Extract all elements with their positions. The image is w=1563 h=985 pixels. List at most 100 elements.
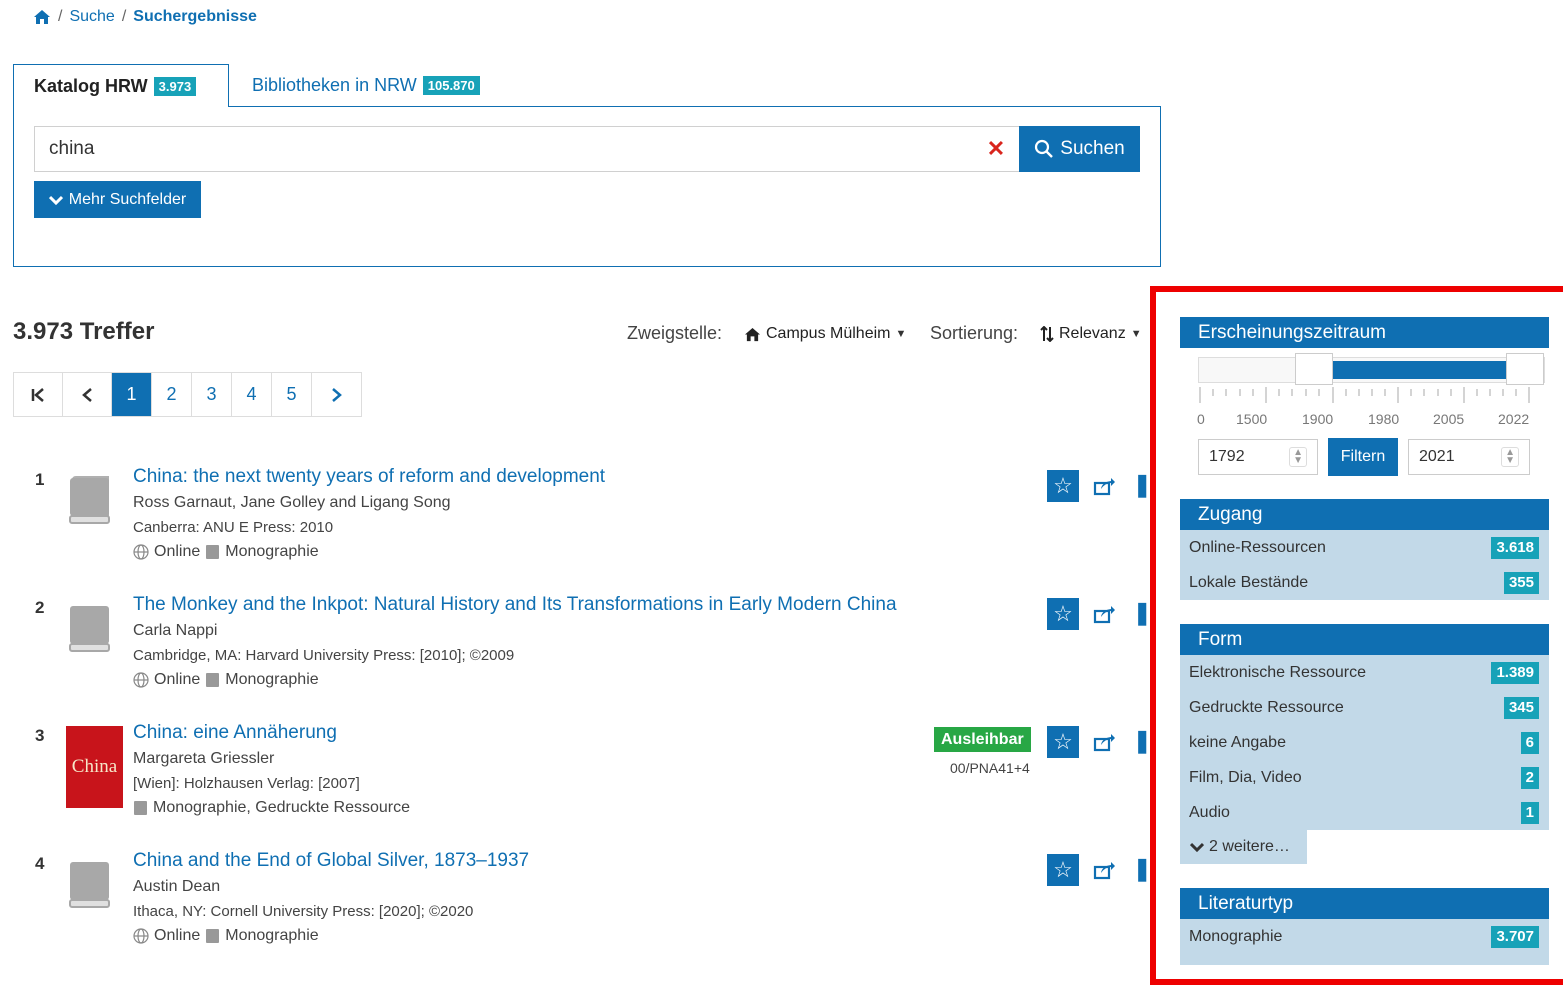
period-from-input[interactable]: 1792 ▲ ▼ bbox=[1198, 439, 1318, 475]
result-number: 2 bbox=[35, 598, 45, 617]
facet-heading-form[interactable]: Form bbox=[1180, 624, 1549, 655]
result-online: Online bbox=[154, 927, 201, 944]
facet-item-label: Elektronische Ressource bbox=[1189, 663, 1366, 681]
spinner-icon[interactable]: ▲ ▼ bbox=[1289, 447, 1307, 467]
tab-katalog-hrw[interactable]: Katalog HRW 3.973 bbox=[13, 64, 229, 107]
facet-item-printed[interactable]: Gedruckte Ressource 345 bbox=[1180, 690, 1549, 725]
facet-count-badge: 3.618 bbox=[1491, 536, 1539, 559]
result-item: 3 China China: eine Annäherung Margareta… bbox=[0, 722, 1150, 846]
result-title-link[interactable]: The Monkey and the Inkpot: Natural Histo… bbox=[133, 594, 897, 616]
result-title-link[interactable]: China: the next twenty years of reform a… bbox=[133, 466, 605, 488]
branch-dropdown[interactable]: Campus Mülheim ▼ bbox=[744, 325, 906, 343]
facet-item-label: keine Angabe bbox=[1189, 733, 1286, 751]
facet-list-literature: Monographie 3.707 bbox=[1180, 919, 1549, 965]
period-filter-button[interactable]: Filtern bbox=[1328, 438, 1398, 476]
book-small-icon bbox=[206, 929, 220, 943]
clear-search-button[interactable]: ✕ bbox=[972, 126, 1020, 172]
result-meta: Monographie, Gedruckte Ressource bbox=[133, 799, 410, 817]
breadcrumb-separator: / bbox=[121, 8, 127, 25]
favorite-star-button[interactable]: ☆ bbox=[1047, 470, 1079, 502]
home-icon bbox=[745, 327, 760, 341]
sort-dropdown[interactable]: Relevanz ▼ bbox=[1040, 325, 1142, 343]
favorite-star-button[interactable]: ☆ bbox=[1047, 854, 1079, 886]
result-publisher: Cambridge, MA: Harvard University Press:… bbox=[133, 647, 515, 664]
first-page-icon bbox=[31, 387, 44, 402]
spinner-icon[interactable]: ▲ ▼ bbox=[1501, 447, 1519, 467]
caret-down-icon: ▼ bbox=[1130, 328, 1142, 340]
more-facets-button[interactable]: 2 weitere… bbox=[1180, 829, 1307, 864]
hit-count: 3.973 Treffer bbox=[13, 318, 155, 345]
first-page-button[interactable] bbox=[14, 373, 63, 416]
facet-item-local-holdings[interactable]: Lokale Bestände 355 bbox=[1180, 565, 1549, 600]
chevron-down-icon bbox=[48, 195, 63, 205]
search-input[interactable] bbox=[34, 126, 974, 172]
share-icon[interactable] bbox=[1092, 730, 1116, 754]
tab-label: Katalog HRW bbox=[34, 75, 148, 96]
breadcrumb: / Suche / Suchergebnisse bbox=[33, 8, 257, 26]
cite-quote-icon[interactable]: ❚❚ bbox=[1133, 728, 1150, 754]
result-author: Margareta Griessler bbox=[133, 750, 275, 767]
book-icon bbox=[69, 476, 110, 524]
period-slider-ticks bbox=[1199, 387, 1530, 403]
period-from-value: 1792 bbox=[1209, 448, 1245, 465]
period-slider-handle-max[interactable] bbox=[1506, 353, 1544, 385]
page-1[interactable]: 1 bbox=[112, 373, 152, 416]
result-publisher: [Wien]: Holzhausen Verlag: [2007] bbox=[133, 775, 360, 792]
facet-item-monograph[interactable]: Monographie 3.707 bbox=[1180, 919, 1549, 954]
page-3[interactable]: 3 bbox=[192, 373, 232, 416]
facet-item-online-resources[interactable]: Online-Ressourcen 3.618 bbox=[1180, 530, 1549, 565]
breadcrumb-item-results: Suchergebnisse bbox=[133, 8, 257, 25]
branch-value: Campus Mülheim bbox=[766, 325, 891, 342]
share-icon[interactable] bbox=[1092, 858, 1116, 882]
cite-quote-icon[interactable]: ❚❚ bbox=[1133, 600, 1150, 626]
result-title-link[interactable]: China and the End of Global Silver, 1873… bbox=[133, 850, 529, 872]
more-search-fields-label: Mehr Suchfelder bbox=[68, 190, 187, 208]
result-type: Monographie bbox=[225, 671, 319, 688]
cite-quote-icon[interactable]: ❚❚ bbox=[1133, 472, 1150, 498]
facet-item-label: Audio bbox=[1189, 803, 1230, 821]
period-slider-handle-min[interactable] bbox=[1295, 353, 1333, 385]
share-icon[interactable] bbox=[1092, 474, 1116, 498]
facet-item-film[interactable]: Film, Dia, Video 2 bbox=[1180, 760, 1549, 795]
previous-page-button[interactable] bbox=[63, 373, 112, 416]
result-item: 4 China and the End of Global Silver, 18… bbox=[0, 850, 1150, 974]
home-icon[interactable] bbox=[33, 9, 51, 25]
facet-item-no-info[interactable]: keine Angabe 6 bbox=[1180, 725, 1549, 760]
chevron-right-icon bbox=[331, 387, 342, 402]
facet-item-electronic[interactable]: Elektronische Ressource 1.389 bbox=[1180, 655, 1549, 690]
result-online: Online bbox=[154, 671, 201, 688]
facet-heading-period[interactable]: Erscheinungszeitraum bbox=[1180, 317, 1549, 348]
breadcrumb-item-search[interactable]: Suche bbox=[69, 8, 114, 26]
share-icon[interactable] bbox=[1092, 602, 1116, 626]
search-button[interactable]: Suchen bbox=[1019, 126, 1140, 172]
availability-badge: Ausleihbar bbox=[934, 727, 1031, 752]
page-5[interactable]: 5 bbox=[272, 373, 312, 416]
next-page-button[interactable] bbox=[312, 373, 361, 416]
chevron-left-icon bbox=[82, 387, 92, 402]
shelf-signature: 00/PNA41+4 bbox=[950, 760, 1030, 776]
facet-item-label: Monographie bbox=[1189, 927, 1283, 945]
period-to-input[interactable]: 2021 ▲ ▼ bbox=[1408, 439, 1530, 475]
facet-count-badge: 345 bbox=[1503, 696, 1539, 719]
sort-icon bbox=[1040, 326, 1054, 342]
tab-bibliotheken-nrw[interactable]: Bibliotheken in NRW 105.870 bbox=[232, 64, 500, 106]
period-slider-range bbox=[1314, 361, 1525, 379]
favorite-star-button[interactable]: ☆ bbox=[1047, 598, 1079, 630]
page-2[interactable]: 2 bbox=[152, 373, 192, 416]
period-tick-label: 2005 bbox=[1433, 411, 1465, 427]
result-title-link[interactable]: China: eine Annäherung bbox=[133, 722, 337, 744]
facet-heading-literature[interactable]: Literaturtyp bbox=[1180, 888, 1549, 919]
facet-item-audio[interactable]: Audio 1 bbox=[1180, 795, 1549, 830]
page-4[interactable]: 4 bbox=[232, 373, 272, 416]
more-search-fields-button[interactable]: Mehr Suchfelder bbox=[34, 181, 201, 218]
facet-count-badge: 2 bbox=[1520, 766, 1539, 789]
facet-heading-access[interactable]: Zugang bbox=[1180, 499, 1549, 530]
book-small-icon bbox=[206, 673, 220, 687]
facet-count-badge: 1.389 bbox=[1491, 661, 1539, 684]
facet-item-label: Film, Dia, Video bbox=[1189, 768, 1302, 786]
result-author: Ross Garnaut, Jane Golley and Ligang Son… bbox=[133, 494, 451, 511]
favorite-star-button[interactable]: ☆ bbox=[1047, 726, 1079, 758]
period-tick-label: 1900 bbox=[1302, 411, 1334, 427]
result-number: 3 bbox=[35, 726, 45, 745]
cite-quote-icon[interactable]: ❚❚ bbox=[1133, 856, 1150, 882]
